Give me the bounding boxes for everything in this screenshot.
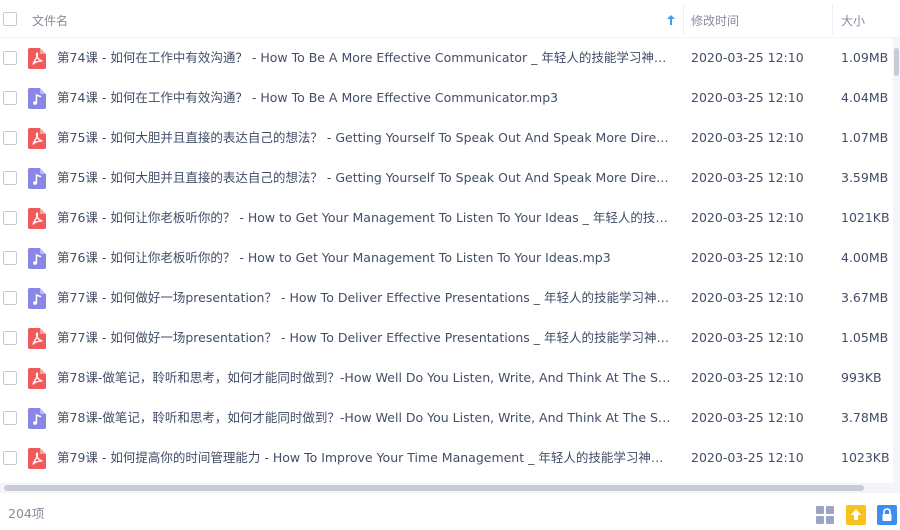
row-checkbox[interactable] [3,411,17,425]
file-name[interactable]: 第74课 - 如何在工作中有效沟通？ - How To Be A More Ef… [57,38,675,78]
table-row[interactable]: 第79课 - 如何提高你的时间管理能力 - How To Improve You… [0,438,900,478]
file-size: 993KB [841,370,882,385]
file-name[interactable]: 第75课 - 如何大胆并且直接的表达自己的想法？ - Getting Yours… [57,118,675,158]
pdf-file-icon [28,48,46,69]
audio-file-icon [28,168,46,189]
upload-icon[interactable] [846,505,866,525]
column-divider[interactable] [832,4,833,34]
column-header-size[interactable]: 大小 [841,0,865,38]
table-row[interactable]: 第74课 - 如何在工作中有效沟通？ - How To Be A More Ef… [0,38,900,78]
file-size: 1023KB [841,450,890,465]
horizontal-scrollbar-thumb[interactable] [4,485,864,491]
file-name[interactable]: 第77课 - 如何做好一场presentation？ - How To Deli… [57,318,675,358]
file-size: 3.78MB [841,410,889,425]
pdf-file-icon [28,128,46,149]
file-name[interactable]: 第76课 - 如何让你老板听你的？ - How to Get Your Mana… [57,198,675,238]
file-modified-time: 2020-03-25 12:10 [691,250,804,265]
table-row[interactable]: 第74课 - 如何在工作中有效沟通？ - How To Be A More Ef… [0,78,900,118]
file-size: 1.07MB [841,130,889,145]
row-checkbox[interactable] [3,291,17,305]
file-name[interactable]: 第76课 - 如何让你老板听你的？ - How to Get Your Mana… [57,238,675,278]
table-row[interactable]: 第75课 - 如何大胆并且直接的表达自己的想法？ - Getting Yours… [0,118,900,158]
row-checkbox[interactable] [3,331,17,345]
row-checkbox[interactable] [3,131,17,145]
table-row[interactable]: 第76课 - 如何让你老板听你的？ - How to Get Your Mana… [0,198,900,238]
audio-file-icon [28,88,46,109]
row-checkbox[interactable] [3,91,17,105]
file-modified-time: 2020-03-25 12:10 [691,330,804,345]
row-checkbox[interactable] [3,211,17,225]
file-modified-time: 2020-03-25 12:10 [691,170,804,185]
row-checkbox[interactable] [3,51,17,65]
row-checkbox[interactable] [3,371,17,385]
vertical-scrollbar-thumb[interactable] [894,48,899,76]
file-modified-time: 2020-03-25 12:10 [691,90,804,105]
sort-ascending-icon[interactable] [667,15,675,25]
horizontal-scrollbar[interactable] [0,483,900,493]
file-modified-time: 2020-03-25 12:10 [691,210,804,225]
audio-file-icon [28,288,46,309]
item-count: 204项 [8,506,45,521]
column-header-time[interactable]: 修改时间 [691,0,739,38]
column-header-size-label: 大小 [841,14,866,28]
select-all-checkbox[interactable] [3,12,17,26]
lock-icon[interactable] [877,505,897,525]
column-divider[interactable] [683,4,684,34]
pdf-file-icon [28,448,46,469]
table-row[interactable]: 第78课-做笔记，聆听和思考，如何才能同时做到？-How Well Do You… [0,358,900,398]
file-name[interactable]: 第75课 - 如何大胆并且直接的表达自己的想法？ - Getting Yours… [57,158,675,198]
file-modified-time: 2020-03-25 12:10 [691,370,804,385]
column-header-name[interactable]: 文件名 [32,0,68,38]
file-modified-time: 2020-03-25 12:10 [691,450,804,465]
file-modified-time: 2020-03-25 12:10 [691,130,804,145]
file-size: 4.04MB [841,90,889,105]
file-name[interactable]: 第78课-做笔记，聆听和思考，如何才能同时做到？-How Well Do You… [57,398,675,438]
file-size: 4.00MB [841,250,889,265]
file-modified-time: 2020-03-25 12:10 [691,290,804,305]
file-name[interactable]: 第77课 - 如何做好一场presentation？ - How To Deli… [57,278,675,318]
pdf-file-icon [28,368,46,389]
grid-view-icon[interactable] [815,505,835,525]
file-size: 1.05MB [841,330,889,345]
file-size: 3.67MB [841,290,889,305]
audio-file-icon [28,248,46,269]
status-bar: 204项 [0,497,900,530]
row-checkbox[interactable] [3,171,17,185]
file-modified-time: 2020-03-25 12:10 [691,50,804,65]
table-row[interactable]: 第76课 - 如何让你老板听你的？ - How to Get Your Mana… [0,238,900,278]
table-row[interactable]: 第77课 - 如何做好一场presentation？ - How To Deli… [0,278,900,318]
column-header-time-label: 修改时间 [691,14,740,28]
vertical-scrollbar[interactable] [893,38,900,483]
table-row[interactable]: 第75课 - 如何大胆并且直接的表达自己的想法？ - Getting Yours… [0,158,900,198]
column-header-name-label: 文件名 [32,14,69,28]
file-size: 1.09MB [841,50,889,65]
file-size: 3.59MB [841,170,889,185]
row-checkbox[interactable] [3,251,17,265]
pdf-file-icon [28,208,46,229]
file-modified-time: 2020-03-25 12:10 [691,410,804,425]
file-size: 1021KB [841,210,890,225]
pdf-file-icon [28,328,46,349]
table-row[interactable]: 第77课 - 如何做好一场presentation？ - How To Deli… [0,318,900,358]
file-list-header: 文件名 修改时间 大小 [0,0,900,38]
row-checkbox[interactable] [3,451,17,465]
file-name[interactable]: 第78课-做笔记，聆听和思考，如何才能同时做到？-How Well Do You… [57,358,675,398]
audio-file-icon [28,408,46,429]
table-row[interactable]: 第78课-做笔记，聆听和思考，如何才能同时做到？-How Well Do You… [0,398,900,438]
file-name[interactable]: 第74课 - 如何在工作中有效沟通？ - How To Be A More Ef… [57,78,675,118]
file-name[interactable]: 第79课 - 如何提高你的时间管理能力 - How To Improve You… [57,438,675,478]
